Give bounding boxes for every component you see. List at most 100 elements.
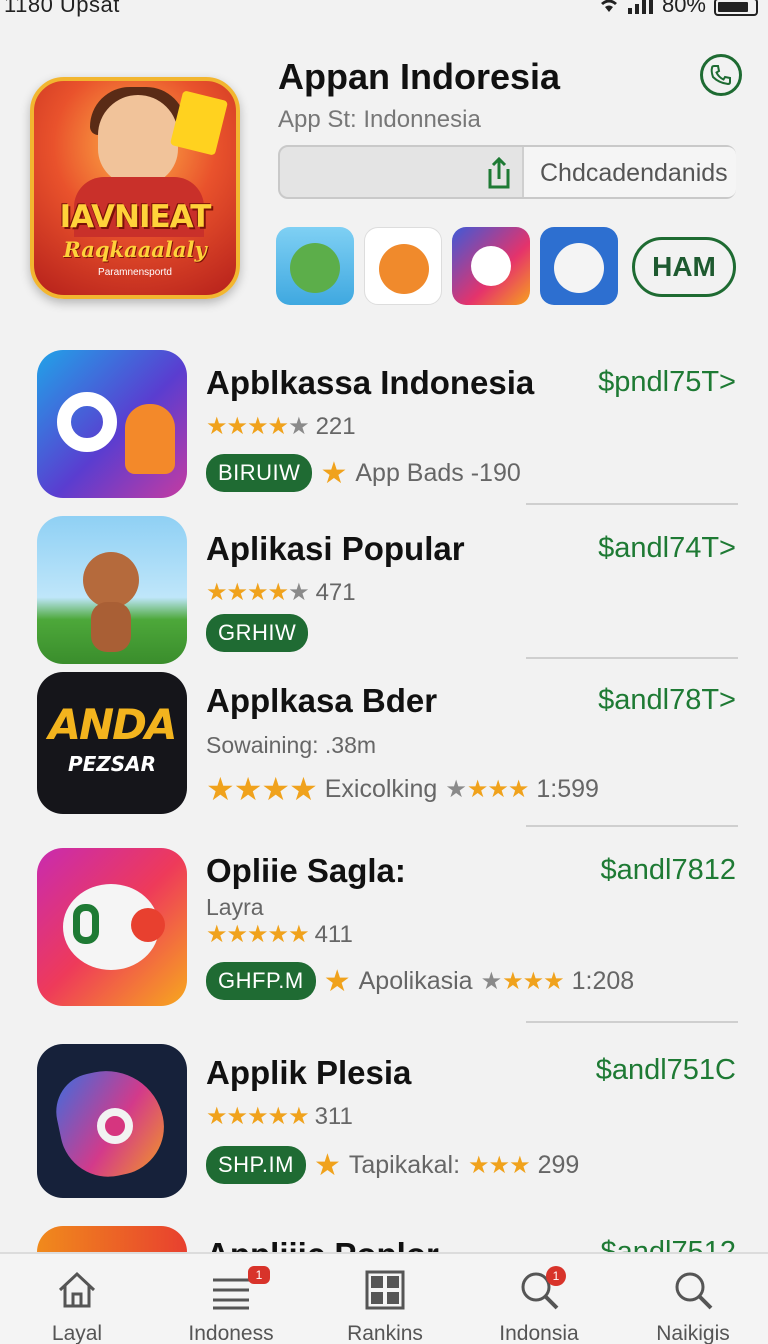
nav-item-indoness[interactable]: 1 Indoness — [154, 1254, 308, 1344]
divider — [526, 657, 738, 659]
app-extra-count: 1:599 — [536, 774, 599, 803]
bull-mascot-icon — [37, 516, 187, 664]
app-badge[interactable]: GRHIW — [206, 614, 309, 652]
app-price[interactable]: $andl74T> — [598, 532, 736, 565]
icon-title: ANDA — [48, 700, 177, 749]
search-field[interactable]: Chdcadendanids — [278, 145, 736, 199]
featured-icon-title: IAVNIEAT — [59, 199, 212, 235]
app-extra-label: App Bads -190 — [355, 458, 521, 487]
nav-label: Rankins — [347, 1322, 423, 1344]
app-rating: ★★★★★ 311 — [206, 1102, 353, 1131]
nav-item-layal[interactable]: Layal — [0, 1254, 154, 1344]
signal-icon — [627, 0, 653, 14]
category-fox-icon[interactable] — [364, 227, 442, 305]
list-icon — [213, 1278, 249, 1310]
search-icon — [675, 1272, 713, 1310]
nav-item-rankins[interactable]: Rankins — [308, 1254, 462, 1344]
app-name: Applik Plesia — [206, 1054, 412, 1091]
star-icon: ★ — [320, 456, 348, 490]
app-rating: ★★★★★ 411 — [206, 920, 353, 949]
small-rating-stars: ★★★★ — [445, 775, 529, 803]
app-subtitle: Sowaining: .38m — [206, 732, 377, 758]
nav-label: Layal — [51, 1322, 103, 1344]
app-meta: BIRUIW ★ App Bads -190 — [206, 454, 521, 492]
app-price[interactable]: $andl751C — [596, 1054, 736, 1087]
status-bar: 1180 Upsat 80% — [0, 0, 768, 22]
grid-icon — [365, 1270, 405, 1310]
hero-tag — [169, 90, 229, 156]
rating-stars: ★★★★ — [206, 771, 318, 807]
divider — [526, 825, 738, 827]
app-extra-count: 1:208 — [571, 966, 635, 995]
category-swirl-icon[interactable] — [452, 227, 530, 305]
page-subtitle: App St: Indonnesia — [278, 106, 481, 133]
swirl-center — [471, 246, 511, 286]
category-cat-icon[interactable] — [540, 227, 618, 305]
featured-icon-subtitle: Raqkaaalaly — [63, 237, 207, 262]
nav-badge: 1 — [248, 1266, 270, 1284]
shield-eye-icon — [37, 1044, 187, 1198]
app-price[interactable]: $andl7812 — [601, 854, 736, 887]
rating-count: 311 — [314, 1102, 353, 1130]
rating-stars: ★★★★★ — [206, 921, 310, 948]
nav-label: Indoness — [188, 1322, 274, 1344]
icon-subtitle: PEZSAR — [67, 752, 157, 776]
app-price[interactable]: $andl78T> — [598, 684, 736, 717]
bottom-nav: Layal 1 Indoness Rankins 1 Indonsia Naik… — [0, 1252, 768, 1344]
wifi-icon — [600, 0, 617, 12]
featured-icon-caption: Paramnensportd — [98, 267, 172, 278]
featured-app-icon[interactable]: IAVNIEAT Raqkaaalaly Paramnensportd — [30, 77, 240, 299]
rating-count: 471 — [315, 578, 356, 606]
status-right: 80% — [598, 0, 758, 18]
star-icon: ★ — [313, 1148, 341, 1182]
bull-head — [83, 552, 139, 608]
app-extra-label: Exicolking — [324, 774, 438, 803]
nav-item-indonsia[interactable]: 1 Indonsia — [462, 1254, 616, 1344]
rating-count: 221 — [315, 412, 356, 440]
phone-button[interactable] — [700, 54, 742, 96]
page-title: Appan Indoresia — [278, 56, 561, 97]
small-rating-stars: ★★★★ — [480, 967, 565, 995]
app-badge[interactable]: BIRUIW — [206, 454, 313, 492]
app-name: Aplikasi Popular — [206, 530, 465, 567]
app-price[interactable]: $pndl75T> — [598, 366, 736, 399]
cat-face — [290, 243, 340, 293]
anda-app-icon: ANDA PEZSAR — [37, 672, 187, 814]
cat-face-white — [554, 243, 604, 293]
bull-body — [91, 602, 131, 652]
app-rating: ★★★★ ★ 221 — [206, 412, 356, 441]
nav-label: Indonsia — [499, 1322, 579, 1344]
app-meta: GRHIW — [206, 614, 309, 652]
app-badge[interactable]: GHFP.M — [206, 962, 316, 1000]
rating-count: 411 — [314, 920, 353, 948]
app-extra-label: Apolikasia — [358, 966, 473, 995]
search-value: Chdcadendanids — [540, 159, 728, 187]
app-subtitle: Layra — [206, 894, 264, 920]
small-rating-stars: ★★★ — [468, 1151, 531, 1179]
battery-icon — [714, 0, 758, 16]
battery-percent: 80% — [661, 0, 706, 17]
app-name: Apblkassa Indonesia — [206, 364, 535, 401]
divider — [526, 1021, 738, 1023]
app-name: Opliie Sagla: — [206, 852, 406, 889]
category-green-cat-icon[interactable] — [276, 227, 354, 305]
rating-stars: ★★★★ — [206, 579, 289, 606]
rating-star-empty: ★ — [288, 579, 310, 606]
app-meta: ★★★★ Exicolking ★★★★ 1:599 — [206, 770, 599, 808]
app-badge[interactable]: SHP.IM — [206, 1146, 306, 1184]
app-name: Applkasa Bder — [206, 682, 438, 719]
nav-item-naikigis[interactable]: Naikigis — [616, 1254, 768, 1344]
share-icon[interactable] — [484, 157, 514, 189]
note-circle — [57, 392, 117, 452]
status-time: 1180 Upsat — [4, 0, 120, 17]
rating-star-empty: ★ — [288, 413, 310, 440]
phone-icon — [710, 65, 731, 86]
fox-body — [125, 404, 175, 474]
hero-face — [98, 95, 178, 185]
eye-ring — [97, 1108, 133, 1144]
home-icon — [58, 1271, 96, 1308]
ham-button[interactable]: HAM — [632, 237, 736, 297]
app-meta: GHFP.M ★ Apolikasia ★★★★ 1:208 — [206, 962, 634, 1000]
app-rating: ★★★★ ★ 471 — [206, 578, 356, 607]
app-meta: SHP.IM ★ Tapikakal: ★★★ 299 — [206, 1146, 579, 1184]
